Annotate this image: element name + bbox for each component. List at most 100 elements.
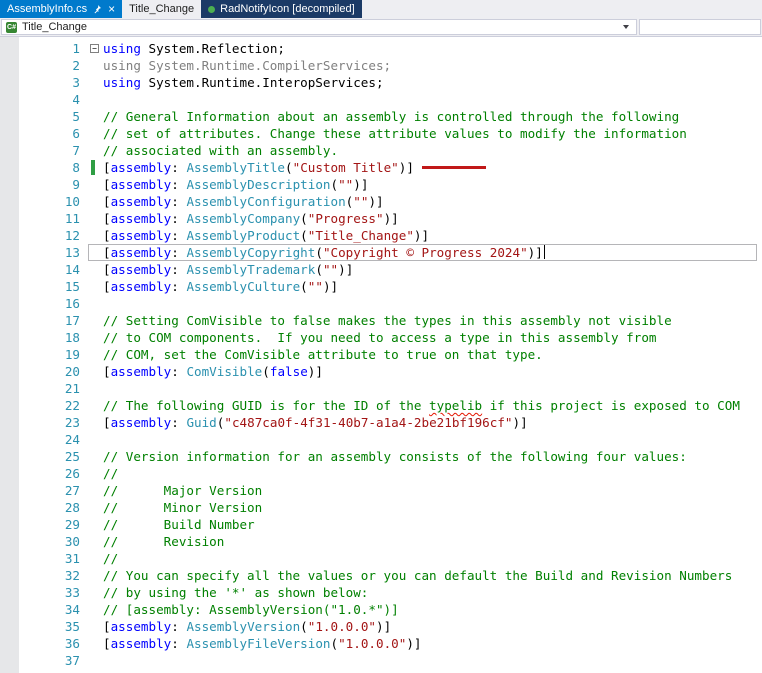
glyph-margin bbox=[88, 635, 103, 652]
code-line[interactable]: 34// [assembly: AssemblyVersion("1.0.*")… bbox=[0, 601, 762, 618]
line-number: 37 bbox=[64, 653, 80, 668]
glyph-margin bbox=[88, 567, 103, 584]
glyph-margin bbox=[88, 193, 103, 210]
glyph-margin bbox=[88, 482, 103, 499]
glyph-margin bbox=[88, 159, 103, 176]
code-line[interactable]: 7// associated with an assembly. bbox=[0, 142, 762, 159]
code-line[interactable]: 19// COM, set the ComVisible attribute t… bbox=[0, 346, 762, 363]
project-dropdown[interactable]: C# Title_Change bbox=[1, 19, 637, 35]
line-number: 16 bbox=[64, 296, 80, 311]
line-number: 3 bbox=[72, 75, 80, 90]
code-line[interactable]: 6// set of attributes. Change these attr… bbox=[0, 125, 762, 142]
code-line[interactable]: 24 bbox=[0, 431, 762, 448]
close-icon[interactable]: × bbox=[108, 3, 115, 15]
line-number: 6 bbox=[72, 126, 80, 141]
tab-radnotifyicon-decompiled[interactable]: RadNotifyIcon [decompiled] bbox=[201, 0, 362, 18]
pin-icon[interactable] bbox=[92, 4, 102, 14]
code-line[interactable]: 30// Revision bbox=[0, 533, 762, 550]
code-line[interactable]: 15 [assembly: AssemblyCulture("")] bbox=[0, 278, 762, 295]
code-line[interactable]: 12 [assembly: AssemblyProduct("Title_Chan… bbox=[0, 227, 762, 244]
glyph-margin bbox=[88, 57, 103, 74]
code-editor[interactable]: 1− using System.Reflection; 2 using System.… bbox=[0, 37, 762, 673]
line-number: 34 bbox=[64, 602, 80, 617]
text-cursor bbox=[543, 245, 545, 259]
member-dropdown[interactable] bbox=[639, 19, 761, 35]
glyph-margin bbox=[88, 652, 103, 669]
line-number: 5 bbox=[72, 109, 80, 124]
glyph-margin bbox=[88, 431, 103, 448]
code-line[interactable]: 17// Setting ComVisible to false makes t… bbox=[0, 312, 762, 329]
line-number: 1 bbox=[72, 41, 80, 56]
code-line[interactable]: 37 bbox=[0, 652, 762, 669]
glyph-margin bbox=[88, 601, 103, 618]
line-number: 17 bbox=[64, 313, 80, 328]
code-line[interactable]: 3 using System.Runtime.InteropServices; bbox=[0, 74, 762, 91]
code-line[interactable]: 32// You can specify all the values or y… bbox=[0, 567, 762, 584]
code-line[interactable]: 5// General Information about an assembl… bbox=[0, 108, 762, 125]
code-line[interactable]: 16 bbox=[0, 295, 762, 312]
glyph-margin bbox=[88, 465, 103, 482]
code-line[interactable]: 27// Major Version bbox=[0, 482, 762, 499]
glyph-margin bbox=[88, 550, 103, 567]
glyph-margin bbox=[88, 244, 103, 261]
code-line[interactable]: 20 [assembly: ComVisible(false)] bbox=[0, 363, 762, 380]
code-line[interactable]: 1− using System.Reflection; bbox=[0, 40, 762, 57]
code-line[interactable]: 22// The following GUID is for the ID of… bbox=[0, 397, 762, 414]
code-line[interactable]: 36 [assembly: AssemblyFileVersion("1.0.0.… bbox=[0, 635, 762, 652]
glyph-margin bbox=[88, 261, 103, 278]
code-line[interactable]: 11 [assembly: AssemblyCompany("Progress")… bbox=[0, 210, 762, 227]
line-number: 14 bbox=[64, 262, 80, 277]
csharp-project-icon: C# bbox=[6, 21, 17, 33]
line-number: 22 bbox=[64, 398, 80, 413]
code-line[interactable]: 13 [assembly: AssemblyCopyright("Copyrigh… bbox=[0, 244, 762, 261]
glyph-margin bbox=[88, 91, 103, 108]
code-line[interactable]: 25// Version information for an assembly… bbox=[0, 448, 762, 465]
glyph-margin bbox=[88, 295, 103, 312]
line-number: 18 bbox=[64, 330, 80, 345]
line-number: 2 bbox=[72, 58, 80, 73]
glyph-margin bbox=[88, 312, 103, 329]
code-line[interactable]: 14 [assembly: AssemblyTrademark("")] bbox=[0, 261, 762, 278]
line-number: 10 bbox=[64, 194, 80, 209]
code-line[interactable]: 8 [assembly: AssemblyTitle("Custom Title"… bbox=[0, 159, 762, 176]
line-number: 24 bbox=[64, 432, 80, 447]
red-annotation-line bbox=[421, 166, 486, 169]
code-line[interactable]: 4 bbox=[0, 91, 762, 108]
tab-assemblyinfo[interactable]: AssemblyInfo.cs × bbox=[0, 0, 123, 18]
glyph-margin bbox=[88, 516, 103, 533]
tab-title-change[interactable]: Title_Change bbox=[122, 0, 201, 18]
line-number: 8 bbox=[72, 160, 80, 175]
code-line[interactable]: 9 [assembly: AssemblyDescription("")] bbox=[0, 176, 762, 193]
glyph-margin bbox=[88, 125, 103, 142]
code-line[interactable]: 23 [assembly: Guid("c487ca0f-4f31-40b7-a1… bbox=[0, 414, 762, 431]
glyph-margin bbox=[88, 618, 103, 635]
code-line[interactable]: 31// bbox=[0, 550, 762, 567]
code-area[interactable]: 1− using System.Reflection; 2 using System.… bbox=[0, 40, 762, 669]
line-number: 33 bbox=[64, 585, 80, 600]
tab-label: RadNotifyIcon [decompiled] bbox=[220, 3, 355, 15]
line-number: 25 bbox=[64, 449, 80, 464]
glyph-margin bbox=[88, 584, 103, 601]
code-line[interactable]: 33// by using the '*' as shown below: bbox=[0, 584, 762, 601]
glyph-margin: − bbox=[88, 40, 103, 57]
code-line[interactable]: 18// to COM components. If you need to a… bbox=[0, 329, 762, 346]
code-line[interactable]: 28// Minor Version bbox=[0, 499, 762, 516]
code-line[interactable]: 10 [assembly: AssemblyConfiguration("")] bbox=[0, 193, 762, 210]
line-number: 19 bbox=[64, 347, 80, 362]
code-line[interactable]: 2 using System.Runtime.CompilerServices; bbox=[0, 57, 762, 74]
line-number: 15 bbox=[64, 279, 80, 294]
collapse-toggle-icon[interactable]: − bbox=[90, 44, 99, 53]
line-number: 30 bbox=[64, 534, 80, 549]
code-line[interactable]: 35 [assembly: AssemblyVersion("1.0.0.0")] bbox=[0, 618, 762, 635]
code-line[interactable]: 26// bbox=[0, 465, 762, 482]
line-number: 21 bbox=[64, 381, 80, 396]
glyph-margin bbox=[88, 278, 103, 295]
line-number: 28 bbox=[64, 500, 80, 515]
code-line[interactable]: 29// Build Number bbox=[0, 516, 762, 533]
code-line[interactable]: 21 bbox=[0, 380, 762, 397]
tab-label: AssemblyInfo.cs bbox=[7, 3, 88, 15]
line-number: 31 bbox=[64, 551, 80, 566]
line-number: 12 bbox=[64, 228, 80, 243]
line-number: 27 bbox=[64, 483, 80, 498]
navigation-bar: C# Title_Change bbox=[0, 18, 762, 37]
